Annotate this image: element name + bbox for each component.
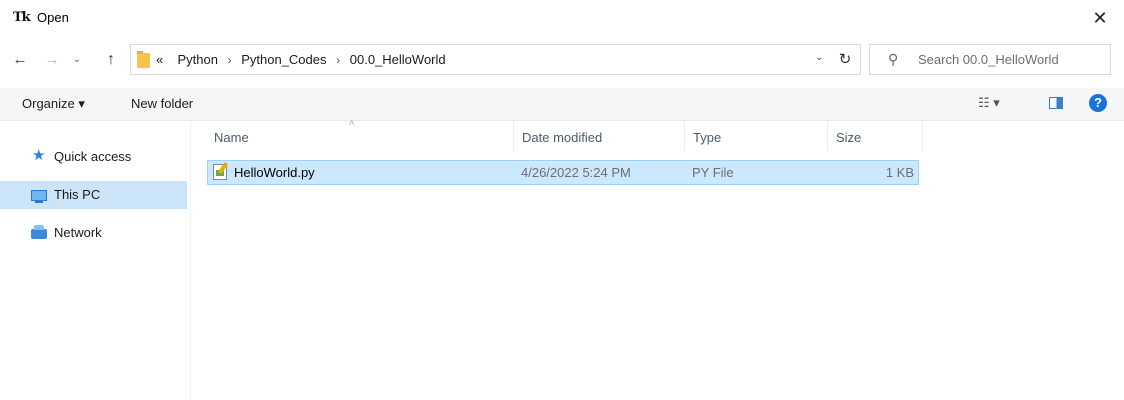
new-folder-button[interactable]: New folder: [131, 96, 193, 111]
forward-button[interactable]: →: [42, 49, 62, 71]
computer-icon: [31, 190, 47, 203]
breadcrumb-overflow[interactable]: «: [156, 52, 163, 67]
column-header-type[interactable]: Type: [684, 121, 828, 151]
column-header-date-modified[interactable]: Date modified: [513, 121, 685, 151]
refresh-icon[interactable]: ↻: [831, 48, 859, 72]
sidebar-item-label: Quick access: [54, 149, 132, 164]
file-type: PY File: [692, 165, 734, 180]
sidebar-item-quick-access[interactable]: ★ Quick access: [0, 143, 187, 171]
search-box[interactable]: ⚲ Search 00.0_HelloWorld: [869, 44, 1111, 75]
sidebar-item-label: This PC: [54, 187, 101, 202]
sidebar-item-network[interactable]: Network: [0, 219, 187, 247]
breadcrumb-helloworld[interactable]: 00.0_HelloWorld: [350, 52, 446, 67]
address-bar[interactable]: « › Python › Python_Codes › 00.0_HelloWo…: [130, 44, 861, 75]
help-icon[interactable]: ?: [1089, 94, 1107, 112]
network-icon: [31, 225, 47, 239]
breadcrumb-python[interactable]: Python: [177, 52, 217, 67]
file-name: HelloWorld.py: [234, 165, 315, 180]
command-bar: Organize ▾ New folder ☷ ▾ ?: [0, 88, 1124, 121]
breadcrumb-separator[interactable]: ›: [228, 53, 232, 67]
navigation-pane: ★ Quick access This PC Network: [0, 121, 187, 400]
column-header-label: Name: [214, 130, 249, 145]
back-button[interactable]: ←: [10, 49, 30, 71]
column-header-size[interactable]: Size: [827, 121, 923, 151]
preview-pane-icon[interactable]: [1049, 97, 1063, 109]
organize-button[interactable]: Organize ▾: [22, 96, 85, 112]
column-header-label: Type: [693, 130, 722, 145]
sidebar-item-this-pc[interactable]: This PC: [0, 181, 187, 209]
pane-divider[interactable]: [190, 121, 191, 400]
folder-icon: [137, 51, 150, 68]
star-icon: ★: [32, 147, 46, 164]
column-header-label: Size: [836, 130, 862, 145]
change-view-button[interactable]: ☷ ▾: [978, 95, 1000, 111]
search-icon: ⚲: [888, 51, 899, 67]
column-header-name[interactable]: ^ Name: [197, 119, 514, 151]
search-input[interactable]: Search 00.0_HelloWorld: [918, 52, 1059, 67]
column-header-label: Date modified: [522, 130, 603, 145]
file-list: ^ Name Date modified Type Size HelloWorl…: [197, 119, 1124, 400]
window-title: Open: [37, 10, 69, 25]
breadcrumb: « › Python › Python_Codes › 00.0_HelloWo…: [156, 52, 446, 67]
file-row[interactable]: HelloWorld.py 4/26/2022 5:24 PM PY File …: [207, 160, 919, 185]
breadcrumb-python-codes[interactable]: Python_Codes: [241, 52, 326, 67]
up-button[interactable]: ↑: [101, 49, 121, 71]
recent-locations-button[interactable]: ⌄: [70, 49, 84, 71]
close-button[interactable]: ✕: [1086, 4, 1114, 32]
sort-ascending-icon: ^: [349, 119, 355, 131]
title-bar: Tk Open ✕: [0, 0, 1124, 36]
sidebar-item-label: Network: [54, 225, 102, 240]
app-icon: Tk: [13, 10, 31, 25]
file-date-modified: 4/26/2022 5:24 PM: [521, 165, 631, 180]
breadcrumb-separator[interactable]: ›: [336, 53, 340, 67]
file-size: 1 KB: [885, 165, 914, 180]
